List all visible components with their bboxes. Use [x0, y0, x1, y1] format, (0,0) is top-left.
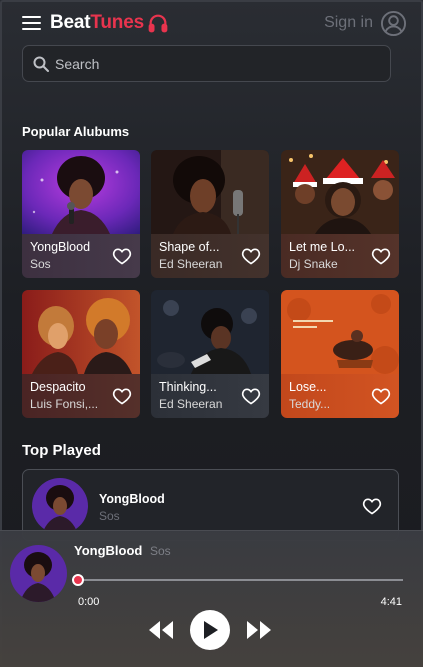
album-card[interactable]: Despacito Luis Fonsi,...: [22, 290, 140, 418]
album-card[interactable]: Lose... Teddy...: [281, 290, 399, 418]
album-cover-image: [22, 150, 140, 234]
album-cover-image: [151, 290, 269, 374]
time-current: 0:00: [78, 596, 100, 608]
user-circle-icon: [380, 10, 407, 36]
progress-knob[interactable]: [72, 574, 84, 586]
signin-label: Sign in: [324, 14, 373, 31]
heart-icon[interactable]: [362, 496, 382, 516]
heart-icon[interactable]: [112, 386, 132, 406]
search-bar[interactable]: [22, 45, 391, 82]
track-artist: Sos: [99, 509, 120, 523]
search-icon: [33, 56, 49, 72]
app-logo[interactable]: Beat Tunes: [50, 12, 169, 34]
album-cover-image: [281, 150, 399, 234]
heart-icon[interactable]: [371, 386, 391, 406]
track-name: YongBlood: [99, 492, 165, 506]
album-card[interactable]: Let me Lo... Dj Snake: [281, 150, 399, 278]
top-played-title: Top Played: [22, 442, 101, 459]
track-cover-image: [32, 478, 88, 534]
previous-icon[interactable]: [148, 619, 174, 641]
now-playing-artist: Sos: [150, 544, 171, 558]
logo-text-beat: Beat: [50, 12, 91, 33]
album-cover-image: [281, 290, 399, 374]
heart-icon[interactable]: [112, 246, 132, 266]
play-button[interactable]: [190, 610, 230, 650]
album-card[interactable]: YongBlood Sos: [22, 150, 140, 278]
app-header: Beat Tunes Sign in: [22, 8, 407, 38]
album-card[interactable]: Shape of... Ed Sheeran: [151, 150, 269, 278]
now-playing-title: YongBlood: [74, 543, 143, 558]
now-playing-bar: YongBlood Sos 0:00 4:41: [0, 530, 423, 667]
search-input[interactable]: [55, 55, 355, 72]
signin-button[interactable]: Sign in: [324, 10, 407, 37]
hamburger-icon[interactable]: [22, 16, 41, 30]
now-playing-cover-image: [10, 545, 67, 602]
album-cover-image: [151, 150, 269, 234]
album-cover-image: [22, 290, 140, 374]
play-icon: [204, 621, 218, 639]
time-total: 4:41: [380, 596, 402, 608]
heart-icon[interactable]: [241, 386, 261, 406]
headphones-icon: [148, 14, 168, 33]
album-card[interactable]: Thinking... Ed Sheeran: [151, 290, 269, 418]
heart-icon[interactable]: [371, 246, 391, 266]
logo-text-tunes: Tunes: [90, 12, 144, 33]
popular-albums-title: Popular Alubums: [22, 124, 130, 139]
heart-icon[interactable]: [241, 246, 261, 266]
progress-bar[interactable]: [78, 579, 403, 581]
next-icon[interactable]: [246, 619, 272, 641]
